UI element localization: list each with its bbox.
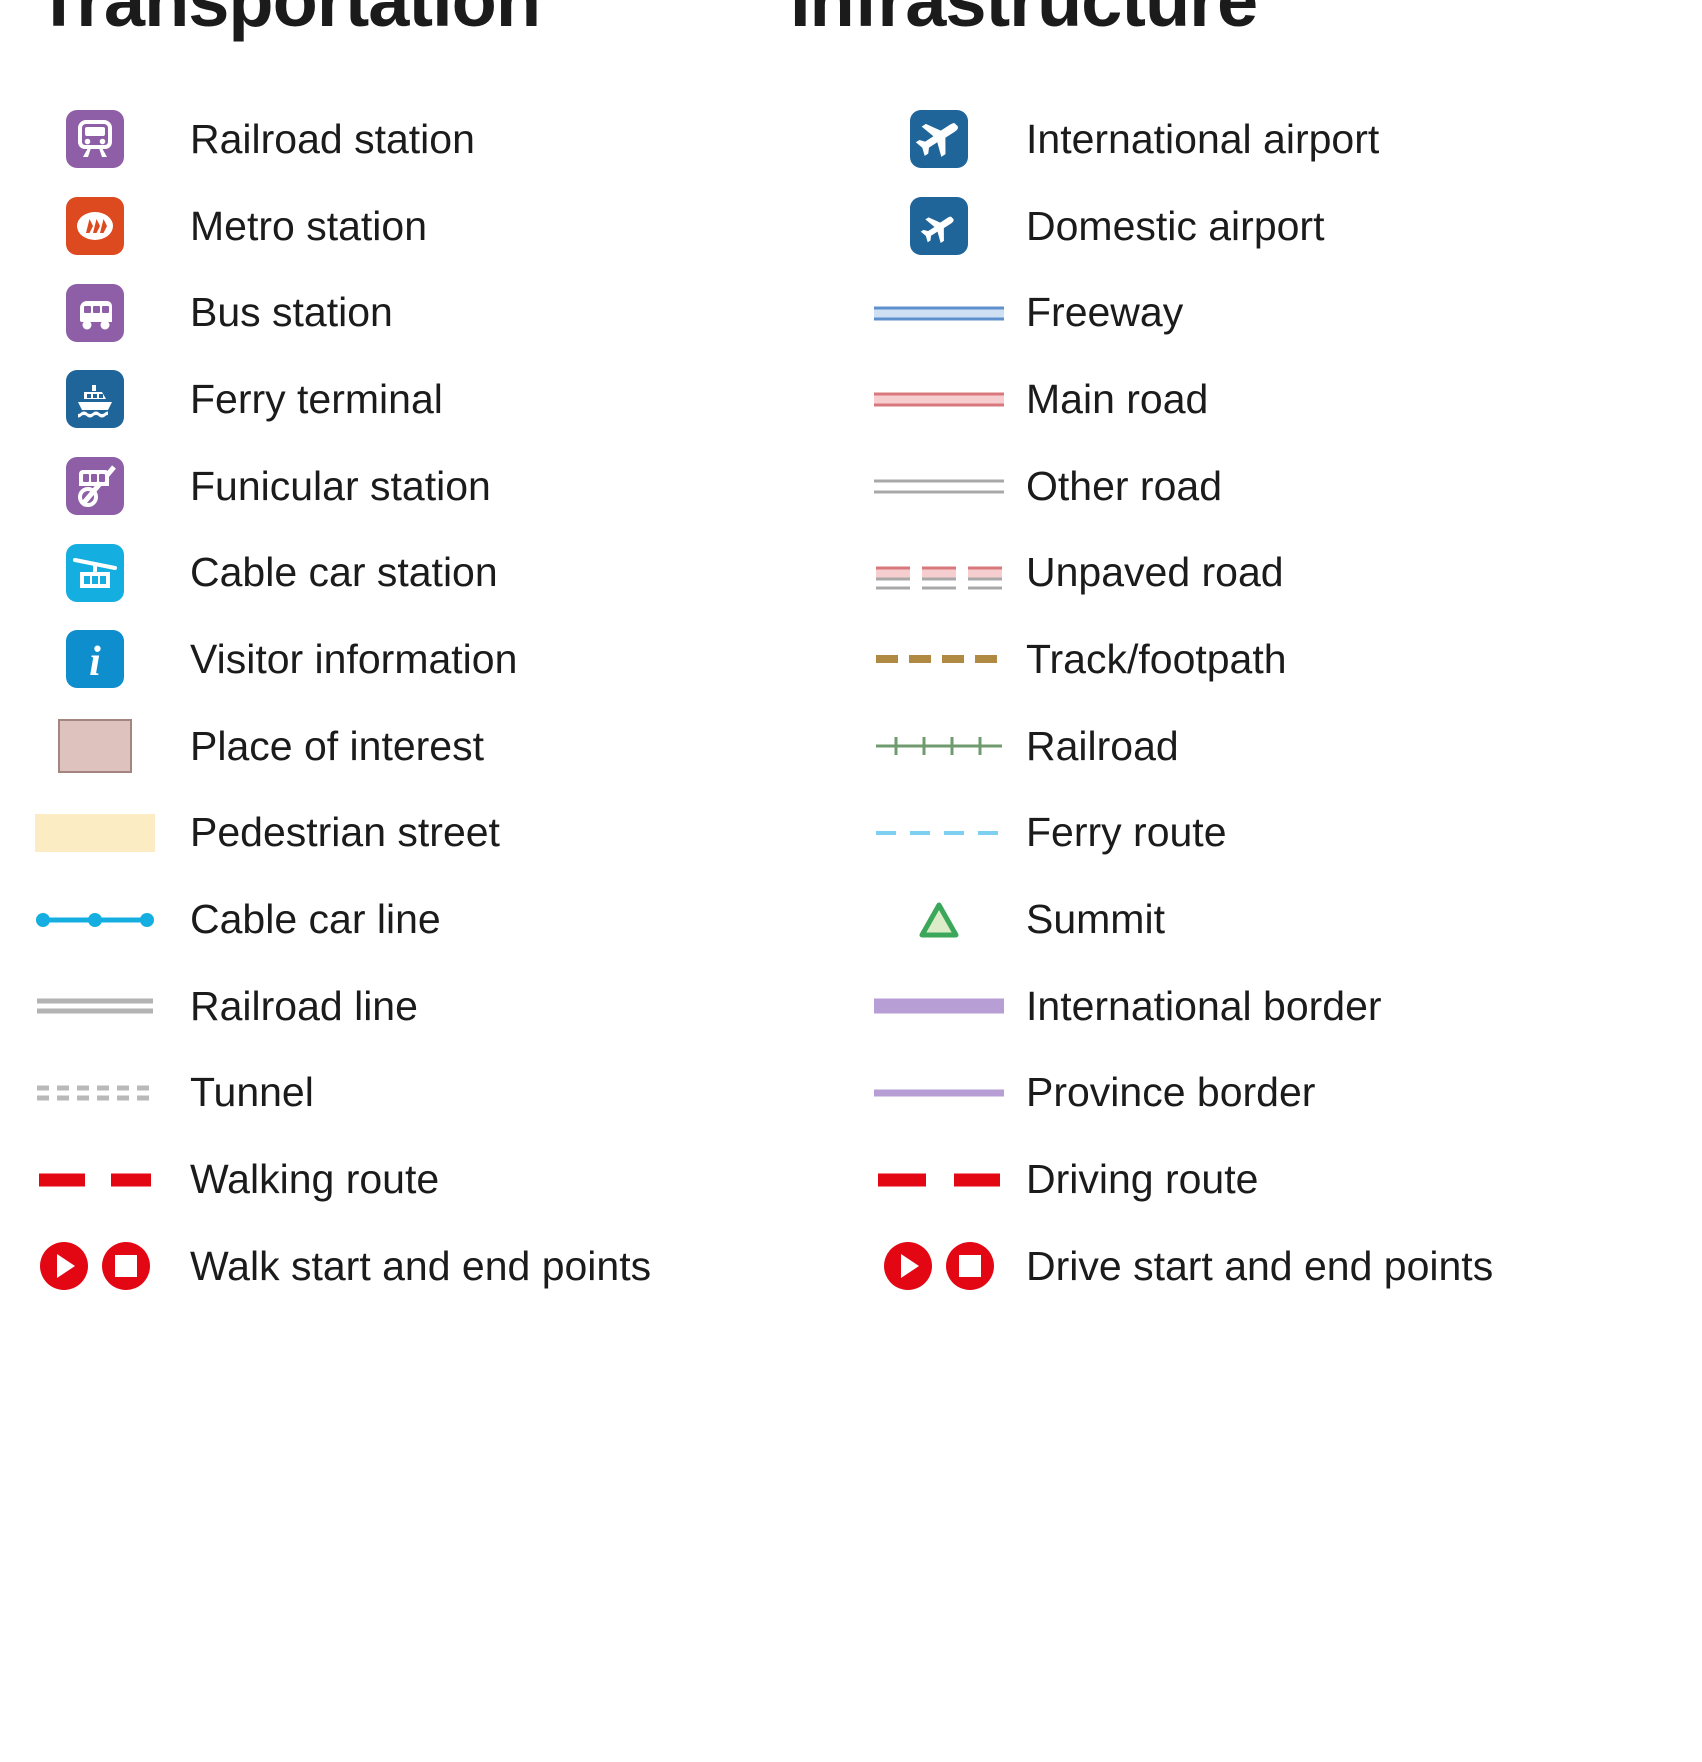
funicular-station-icon (0, 443, 190, 529)
pedestrian-street-swatch (0, 790, 190, 876)
cable-car-station-icon (0, 530, 190, 616)
metro-station-icon (0, 183, 190, 269)
legend-column-right: International airport Domestic airport F… (851, 96, 1702, 1310)
legend-label: Funicular station (190, 462, 491, 509)
legend-row-walking-route: Walking route (0, 1136, 851, 1223)
legend-label: Ferry route (1026, 809, 1227, 856)
railroad-station-icon (0, 96, 190, 182)
international-airport-icon (851, 96, 1026, 182)
legend-row-cable-car-line: Cable car line (0, 876, 851, 963)
legend-column-left: Railroad station Metro station Bus stati… (0, 96, 851, 1310)
legend-row-bus-station: Bus station (0, 269, 851, 356)
map-legend: Railroad station Metro station Bus stati… (0, 96, 1702, 1310)
summit-symbol (851, 877, 1026, 963)
legend-label: Pedestrian street (190, 809, 500, 856)
legend-row-other-road: Other road (851, 443, 1702, 530)
legend-label: Cable car line (190, 896, 441, 943)
legend-row-drive-start-end: Drive start and end points (851, 1223, 1702, 1310)
legend-row-cable-car-station: Cable car station (0, 529, 851, 616)
left-column-title: Transportation (36, 0, 541, 42)
legend-row-railroad-line: Railroad line (0, 963, 851, 1050)
legend-label: Province border (1026, 1069, 1316, 1116)
legend-label: Freeway (1026, 289, 1184, 336)
legend-row-domestic-airport: Domestic airport (851, 183, 1702, 270)
legend-label: International border (1026, 982, 1382, 1029)
route-end-icon (945, 1242, 994, 1291)
legend-label: Railroad station (190, 115, 475, 162)
walking-route-symbol (0, 1137, 190, 1223)
legend-label: Walking route (190, 1156, 440, 1203)
walk-start-end-symbol (0, 1223, 190, 1309)
other-road-symbol (851, 443, 1026, 529)
legend-label: Tunnel (190, 1069, 314, 1116)
legend-label: Drive start and end points (1026, 1242, 1494, 1289)
right-column-title: Infrastructure (790, 0, 1258, 42)
legend-row-place-of-interest: Place of interest (0, 703, 851, 790)
place-of-interest-swatch (0, 703, 190, 789)
domestic-airport-icon (851, 183, 1026, 269)
legend-row-railroad-station: Railroad station (0, 96, 851, 183)
main-road-symbol (851, 356, 1026, 442)
legend-row-ferry-terminal: Ferry terminal (0, 356, 851, 443)
legend-headers: Transportation Infrastructure (0, 0, 1702, 92)
driving-route-symbol (851, 1137, 1026, 1223)
legend-label: Bus station (190, 289, 393, 336)
legend-label: Railroad line (190, 982, 418, 1029)
legend-row-railroad: Railroad (851, 703, 1702, 790)
route-start-icon (883, 1242, 932, 1291)
legend-label: Track/footpath (1026, 635, 1287, 682)
ferry-route-symbol (851, 790, 1026, 876)
route-start-icon (40, 1242, 88, 1291)
province-border-symbol (851, 1050, 1026, 1136)
legend-row-summit: Summit (851, 876, 1702, 963)
visitor-information-icon: i (0, 616, 190, 702)
legend-label: Metro station (190, 202, 427, 249)
track-footpath-symbol (851, 616, 1026, 702)
legend-label: Other road (1026, 462, 1222, 509)
legend-row-province-border: Province border (851, 1050, 1702, 1137)
legend-row-visitor-information: i Visitor information (0, 616, 851, 703)
legend-row-metro-station: Metro station (0, 183, 851, 270)
legend-label: Summit (1026, 896, 1165, 943)
legend-row-main-road: Main road (851, 356, 1702, 443)
railroad-line-symbol (0, 963, 190, 1049)
ferry-terminal-icon (0, 356, 190, 442)
legend-row-international-airport: International airport (851, 96, 1702, 183)
legend-row-freeway: Freeway (851, 269, 1702, 356)
legend-row-track-footpath: Track/footpath (851, 616, 1702, 703)
route-end-icon (102, 1242, 150, 1291)
freeway-symbol (851, 270, 1026, 356)
legend-row-driving-route: Driving route (851, 1136, 1702, 1223)
legend-label: Visitor information (190, 635, 518, 682)
international-border-symbol (851, 963, 1026, 1049)
legend-label: Domestic airport (1026, 202, 1325, 249)
legend-label: Ferry terminal (190, 375, 443, 422)
legend-row-funicular-station: Funicular station (0, 443, 851, 530)
legend-row-tunnel: Tunnel (0, 1050, 851, 1137)
legend-label: Unpaved road (1026, 549, 1284, 596)
legend-row-walk-start-end: Walk start and end points (0, 1223, 851, 1310)
legend-label: Place of interest (190, 722, 484, 769)
legend-label: International airport (1026, 115, 1380, 162)
bus-station-icon (0, 270, 190, 356)
legend-row-ferry-route: Ferry route (851, 790, 1702, 877)
legend-row-pedestrian-street: Pedestrian street (0, 790, 851, 877)
svg-text:i: i (89, 639, 101, 685)
unpaved-road-symbol (851, 530, 1026, 616)
tunnel-symbol (0, 1050, 190, 1136)
legend-row-international-border: International border (851, 963, 1702, 1050)
legend-row-unpaved-road: Unpaved road (851, 529, 1702, 616)
legend-label: Cable car station (190, 549, 498, 596)
legend-label: Driving route (1026, 1156, 1259, 1203)
railroad-symbol (851, 703, 1026, 789)
legend-label: Railroad (1026, 722, 1179, 769)
drive-start-end-symbol (851, 1223, 1026, 1309)
legend-label: Main road (1026, 375, 1209, 422)
cable-car-line-symbol (0, 877, 190, 963)
legend-label: Walk start and end points (190, 1242, 652, 1289)
